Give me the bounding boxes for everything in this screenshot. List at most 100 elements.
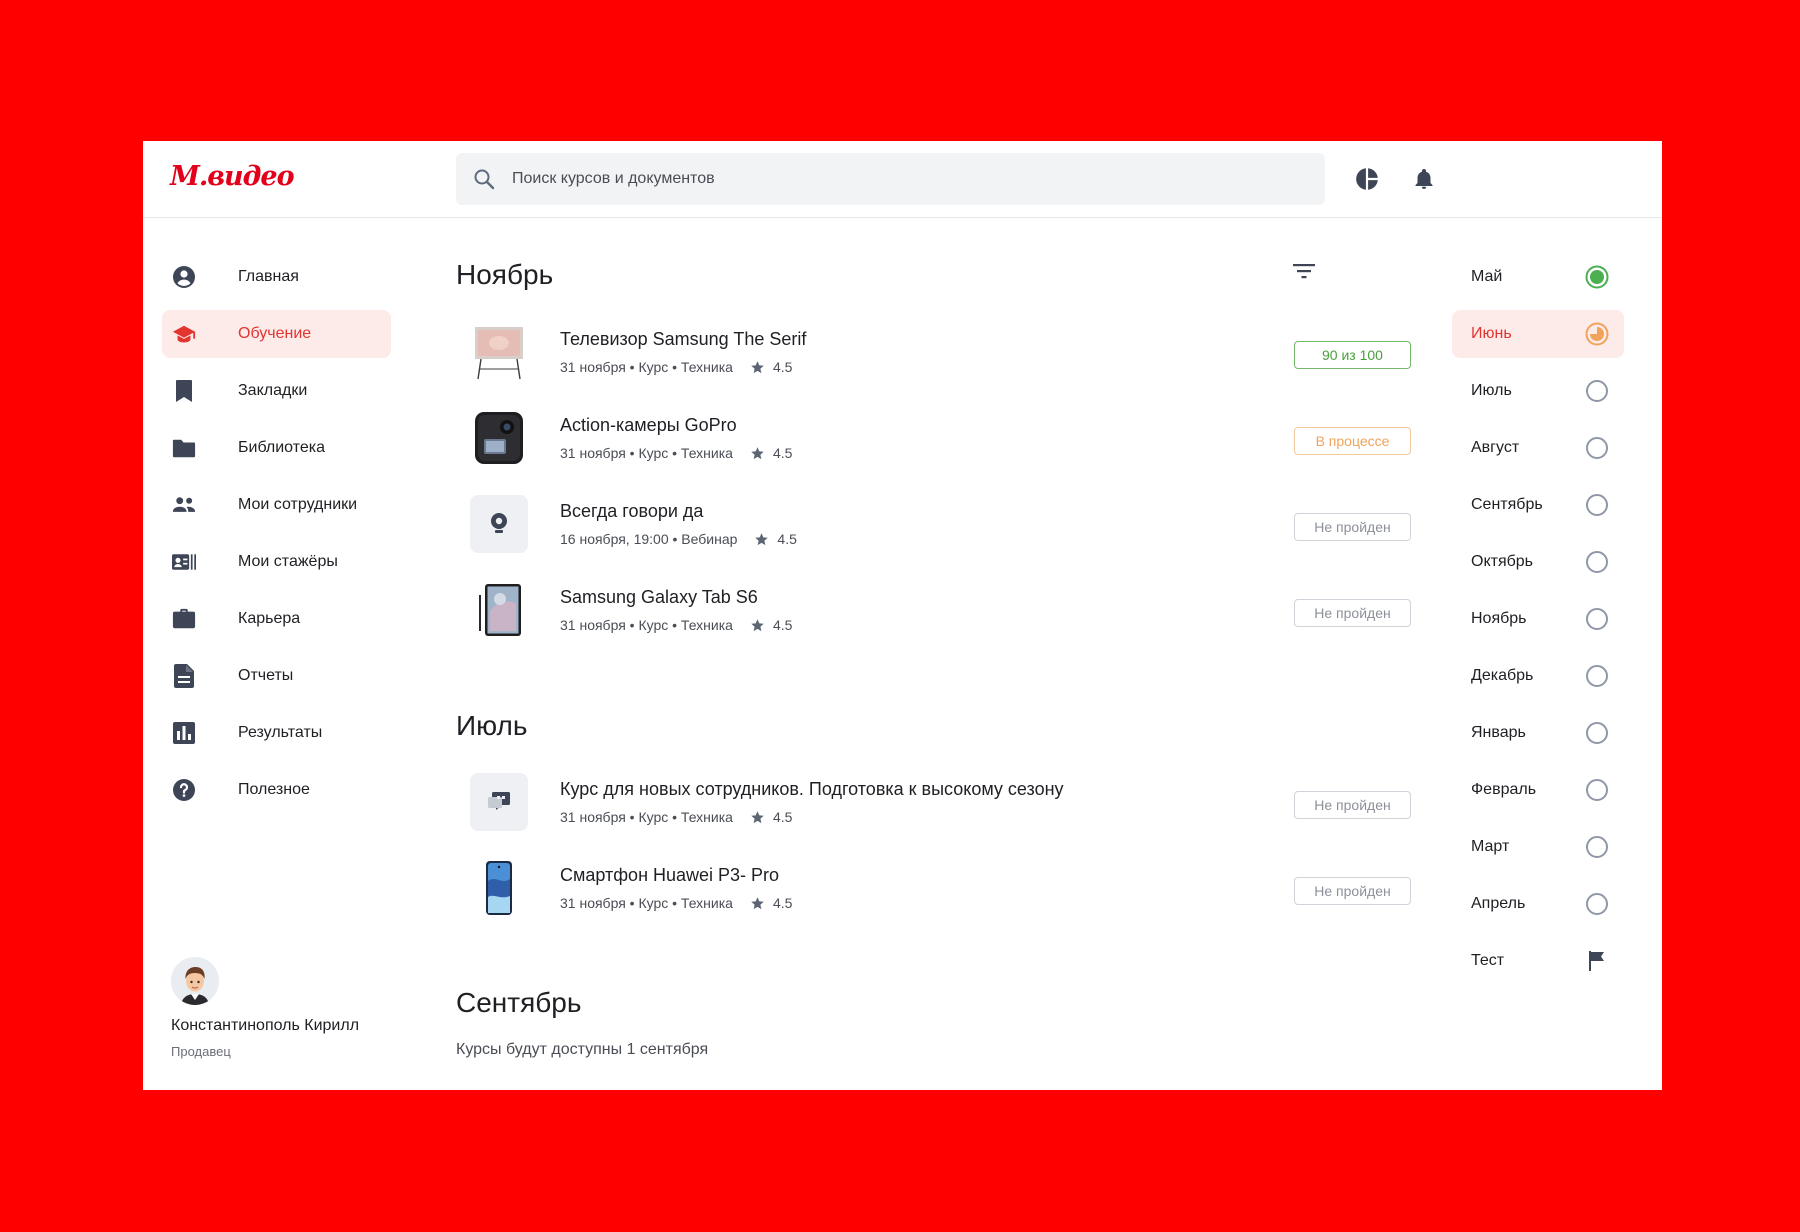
course-meta-text: 31 ноября • Курс • Техника [560, 617, 733, 633]
sidebar-item-learning[interactable]: Обучение [162, 310, 391, 358]
sidebar-item-reports[interactable]: Отчеты [162, 652, 391, 700]
search-box[interactable] [456, 153, 1325, 205]
bookmark-icon [172, 379, 196, 403]
empty-circle-icon [1585, 721, 1609, 745]
empty-circle-icon [1585, 778, 1609, 802]
course-meta: 31 ноября • Курс • Техника 4.5 [560, 359, 792, 375]
course-item[interactable]: Смартфон Huawei P3- Pro 31 ноября • Курс… [470, 855, 1411, 921]
month-label: Август [1471, 439, 1520, 456]
month-item-may[interactable]: Май [1452, 253, 1624, 301]
section-title-november: Ноябрь [456, 259, 554, 290]
course-title[interactable]: Action-камеры GoPro [560, 415, 737, 436]
star-icon [750, 360, 765, 375]
month-label: Июль [1471, 382, 1512, 399]
graduation-cap-icon [172, 322, 196, 346]
course-item[interactable]: Курс для новых сотрудников. Подготовка к… [470, 769, 1411, 835]
badge-list-icon [172, 550, 196, 574]
tablet-icon [470, 581, 528, 639]
course-rating: 4.5 [777, 531, 797, 547]
month-item-january[interactable]: Январь [1452, 709, 1624, 757]
empty-circle-icon [1585, 835, 1609, 859]
course-meta-text: 31 ноября • Курс • Техника [560, 895, 733, 911]
status-badge: 90 из 100 [1294, 341, 1411, 369]
sidebar-item-library[interactable]: Библиотека [162, 424, 391, 472]
section-title-september: Сентябрь [456, 987, 582, 1018]
sidebar-item-label: Отчеты [238, 667, 294, 684]
sidebar-nav: Главная Обучение Закладки Библиотека Мои… [162, 253, 391, 823]
month-item-april[interactable]: Апрель [1452, 880, 1624, 928]
month-label: Июнь [1471, 325, 1512, 342]
empty-circle-icon [1585, 664, 1609, 688]
search-input[interactable] [512, 153, 1302, 205]
user-profile[interactable]: Константинополь Кирилл Продавец [171, 957, 359, 1059]
status-badge: Не пройден [1294, 877, 1411, 905]
chat-icon [470, 773, 528, 831]
month-label: Январь [1471, 724, 1526, 741]
empty-circle-icon [1585, 493, 1609, 517]
month-item-july[interactable]: Июль [1452, 367, 1624, 415]
month-item-december[interactable]: Декабрь [1452, 652, 1624, 700]
course-item[interactable]: Action-камеры GoPro 31 ноября • Курс • Т… [470, 405, 1411, 471]
briefcase-icon [172, 607, 196, 631]
course-meta-text: 31 ноября • Курс • Техника [560, 445, 733, 461]
month-label: Тест [1471, 952, 1505, 969]
camera-icon [470, 409, 528, 467]
month-item-march[interactable]: Март [1452, 823, 1624, 871]
course-meta: 31 ноября • Курс • Техника 4.5 [560, 445, 792, 461]
sidebar-item-label: Мои сотрудники [238, 496, 358, 513]
month-label: Апрель [1471, 895, 1526, 912]
bell-icon[interactable] [1409, 164, 1439, 194]
sidebar-item-interns[interactable]: Мои стажёры [162, 538, 391, 586]
empty-circle-icon [1585, 550, 1609, 574]
sidebar-item-useful[interactable]: Полезное [162, 766, 391, 814]
sidebar-item-bookmarks[interactable]: Закладки [162, 367, 391, 415]
course-item[interactable]: Телевизор Samsung The Serif 31 ноября • … [470, 319, 1411, 385]
month-item-august[interactable]: Август [1452, 424, 1624, 472]
document-icon [172, 664, 196, 688]
course-title[interactable]: Смартфон Huawei P3- Pro [560, 865, 779, 886]
section-note: Курсы будут доступны 1 сентября [456, 1041, 709, 1058]
course-rating: 4.5 [772, 895, 793, 911]
course-rating: 4.5 [772, 617, 793, 633]
search-icon [472, 167, 496, 196]
month-item-test[interactable]: Тест [1452, 937, 1624, 985]
course-title[interactable]: Samsung Galaxy Tab S6 [560, 587, 758, 608]
sidebar-item-label: Главная [238, 268, 299, 285]
sidebar-item-employees[interactable]: Мои сотрудники [162, 481, 391, 529]
course-item[interactable]: Всегда говори да 16 ноября, 19:00 • Веби… [470, 491, 1411, 557]
sidebar-item-career[interactable]: Карьера [162, 595, 391, 643]
month-item-november[interactable]: Ноябрь [1452, 595, 1624, 643]
sidebar-item-results[interactable]: Результаты [162, 709, 391, 757]
account-circle-icon [172, 265, 196, 289]
month-item-february[interactable]: Февраль [1452, 766, 1624, 814]
course-title[interactable]: Курс для новых сотрудников. Подготовка к… [560, 779, 1064, 800]
filter-icon[interactable] [1289, 259, 1319, 283]
course-title[interactable]: Телевизор Samsung The Serif [560, 329, 806, 350]
brand-logo[interactable]: М.видео [170, 161, 295, 192]
sidebar-item-label: Обучение [238, 325, 312, 342]
folder-icon [172, 436, 196, 460]
month-item-june[interactable]: Июнь [1452, 310, 1624, 358]
course-meta-text: 31 ноября • Курс • Техника [560, 359, 733, 375]
month-item-october[interactable]: Октябрь [1452, 538, 1624, 586]
people-icon [172, 493, 196, 517]
status-badge: Не пройден [1294, 513, 1411, 541]
sidebar-item-label: Закладки [238, 382, 308, 399]
sidebar-item-home[interactable]: Главная [162, 253, 391, 301]
status-badge: В процессе [1294, 427, 1411, 455]
avatar[interactable] [171, 957, 219, 1005]
star-icon [750, 618, 765, 633]
pie-chart-icon[interactable] [1352, 164, 1382, 194]
webcam-icon [470, 495, 528, 553]
tv-icon [470, 323, 528, 381]
month-label: Ноябрь [1471, 610, 1527, 627]
check-circle-icon [1585, 265, 1609, 289]
month-item-september[interactable]: Сентябрь [1452, 481, 1624, 529]
phone-icon [470, 859, 528, 917]
flag-icon [1585, 949, 1609, 973]
course-title[interactable]: Всегда говори да [560, 501, 703, 522]
course-rating: 4.5 [772, 359, 793, 375]
course-item[interactable]: Samsung Galaxy Tab S6 31 ноября • Курс •… [470, 577, 1411, 643]
star-icon [750, 896, 765, 911]
empty-circle-icon [1585, 607, 1609, 631]
